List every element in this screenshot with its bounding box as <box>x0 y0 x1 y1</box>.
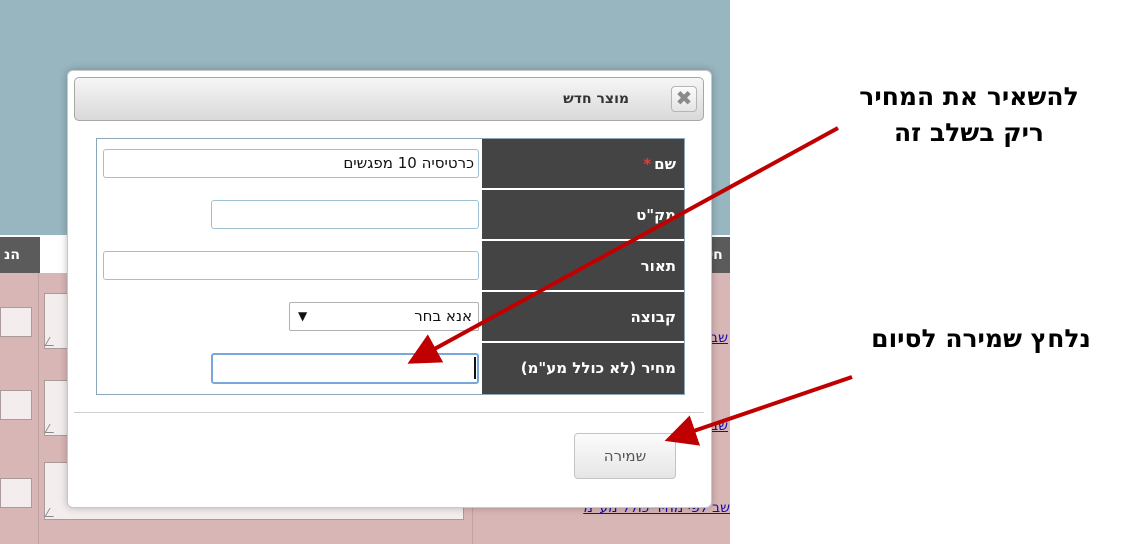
sku-field[interactable] <box>211 200 479 229</box>
save-button[interactable]: שמירה <box>574 433 676 479</box>
new-product-dialog: מוצר חדש ✖ שם* כרטיסיה 10 מפגשים מק"ט תא… <box>67 70 712 508</box>
sku-label-cell: מק"ט <box>482 190 684 241</box>
dialog-titlebar: מוצר חדש ✖ <box>74 77 704 121</box>
sku-label: מק"ט <box>636 206 676 224</box>
dialog-divider <box>74 412 704 413</box>
bg-input[interactable] <box>0 390 32 420</box>
name-field[interactable]: כרטיסיה 10 מפגשים <box>103 149 479 178</box>
description-label: תאור <box>640 257 676 275</box>
group-label-cell: קבוצה <box>482 292 684 343</box>
bg-link[interactable]: שב <box>710 418 728 434</box>
name-label: שם <box>654 155 676 173</box>
close-icon[interactable]: ✖ <box>671 86 697 112</box>
price-label-cell: מחיר (לא כולל מע"מ) <box>482 343 684 394</box>
bg-input[interactable] <box>0 307 32 337</box>
description-label-cell: תאור <box>482 241 684 292</box>
bg-textarea[interactable] <box>44 380 68 436</box>
annotation-click-save: נלחץ שמירה לסיום <box>871 324 1091 353</box>
text-cursor <box>474 357 476 379</box>
bg-link[interactable]: שב <box>710 330 728 346</box>
group-select-value: אנא בחר <box>414 307 472 325</box>
bg-column-divider <box>38 273 39 544</box>
chevron-down-icon: ▼ <box>298 309 308 323</box>
bg-column-header-left: הנ <box>0 237 40 273</box>
annotation-leave-price-empty-line1: להשאיר את המחיר <box>859 82 1079 111</box>
name-label-cell: שם* <box>482 139 684 190</box>
required-mark: * <box>643 155 652 173</box>
dialog-title: מוצר חדש <box>563 91 629 107</box>
price-field[interactable] <box>211 353 479 384</box>
price-label: מחיר (לא כולל מע"מ) <box>520 359 676 377</box>
bg-textarea[interactable] <box>44 293 68 349</box>
description-field[interactable] <box>103 251 479 280</box>
bg-input[interactable] <box>0 478 32 508</box>
product-form: שם* כרטיסיה 10 מפגשים מק"ט תאור קבוצה אנ… <box>96 138 685 395</box>
group-label: קבוצה <box>630 308 676 326</box>
group-select[interactable]: אנא בחר ▼ <box>289 302 479 331</box>
annotation-leave-price-empty-line2: ריק בשלב זה <box>894 118 1044 147</box>
